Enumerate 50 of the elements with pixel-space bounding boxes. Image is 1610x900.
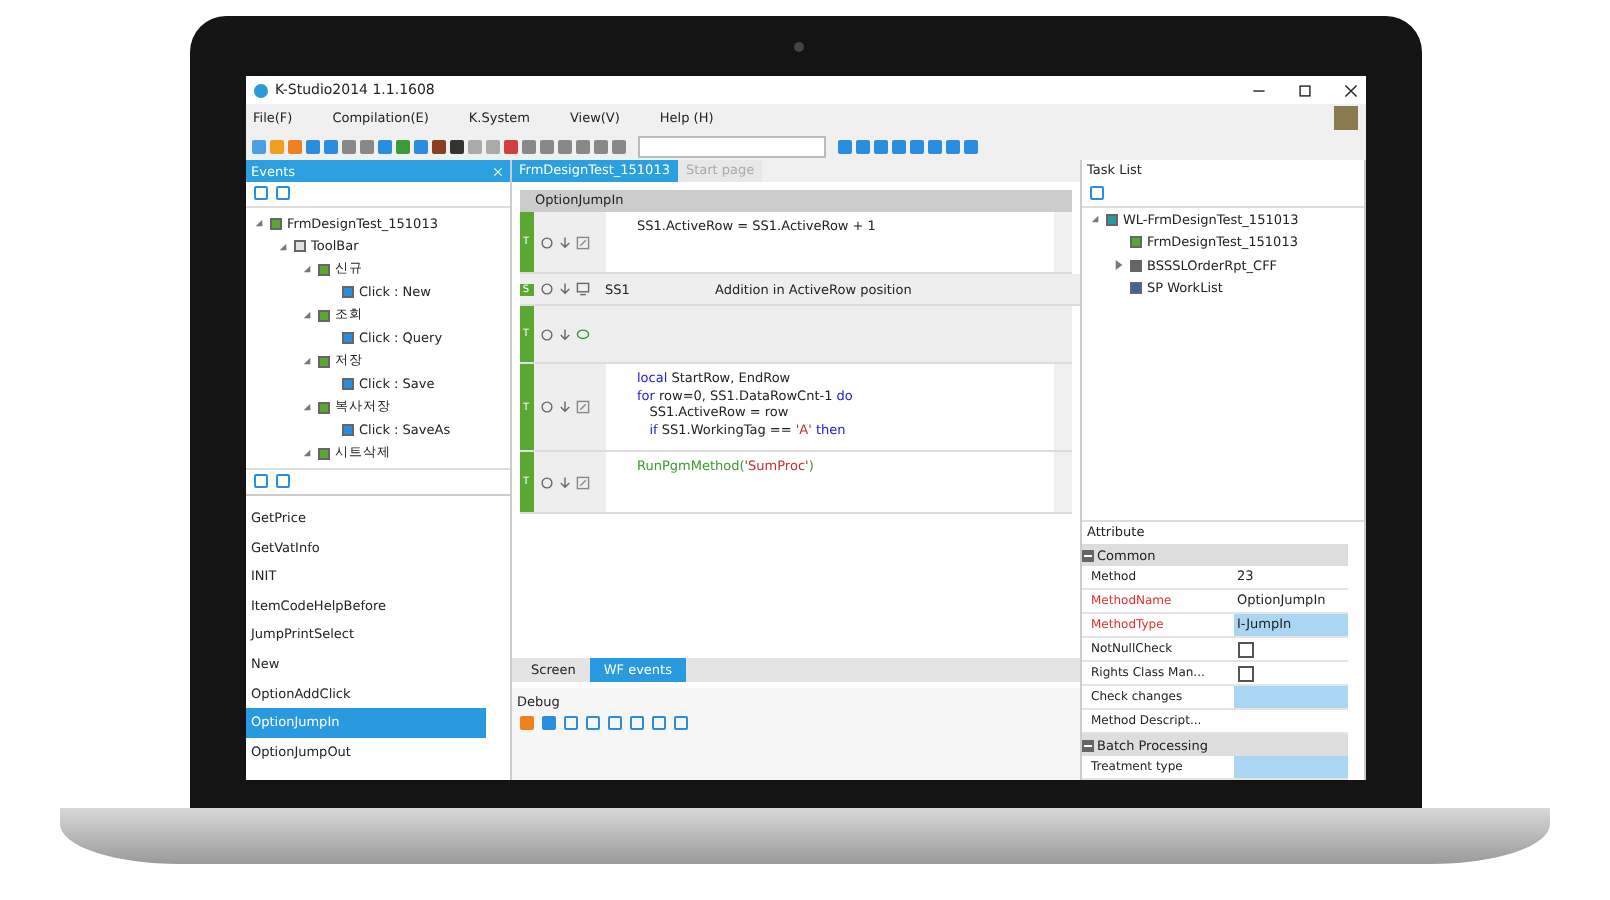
circle-icon[interactable] bbox=[539, 235, 553, 249]
close-icon[interactable] bbox=[1343, 83, 1357, 97]
expander-icon[interactable] bbox=[253, 218, 263, 229]
expander-icon[interactable] bbox=[277, 241, 287, 252]
node-icon bbox=[317, 447, 329, 460]
node-icon bbox=[1129, 236, 1141, 249]
node-icon bbox=[341, 332, 353, 345]
edit-icon[interactable] bbox=[575, 235, 589, 249]
node-icon bbox=[1129, 282, 1141, 295]
edit-icon[interactable] bbox=[575, 475, 589, 489]
circle-icon[interactable] bbox=[539, 327, 553, 341]
avatar-icon bbox=[1333, 106, 1357, 130]
comment-icon[interactable] bbox=[575, 327, 589, 341]
expander-icon[interactable] bbox=[301, 310, 311, 321]
expander-icon[interactable] bbox=[301, 264, 311, 275]
down-arrow-icon[interactable] bbox=[557, 400, 571, 414]
scrollbar[interactable] bbox=[1053, 364, 1071, 450]
monitor-icon[interactable] bbox=[575, 282, 589, 296]
expander-icon[interactable] bbox=[1089, 214, 1099, 225]
node-icon bbox=[1129, 259, 1141, 272]
node-icon bbox=[317, 263, 329, 276]
node-icon bbox=[317, 355, 329, 368]
node-icon bbox=[317, 401, 329, 414]
node-icon bbox=[317, 309, 329, 322]
circle-icon[interactable] bbox=[539, 475, 553, 489]
app-logo-icon bbox=[253, 83, 267, 97]
node-icon bbox=[341, 378, 353, 391]
circle-icon[interactable] bbox=[539, 400, 553, 414]
circle-icon[interactable] bbox=[539, 282, 553, 296]
down-arrow-icon[interactable] bbox=[557, 327, 571, 341]
edit-icon[interactable] bbox=[575, 400, 589, 414]
checkbox[interactable] bbox=[1237, 641, 1253, 657]
down-arrow-icon[interactable] bbox=[557, 282, 571, 296]
scrollbar[interactable] bbox=[1053, 212, 1071, 272]
expander-icon[interactable] bbox=[1113, 260, 1123, 271]
node-icon bbox=[341, 286, 353, 299]
down-arrow-icon[interactable] bbox=[557, 475, 571, 489]
toolbar-dropdown[interactable] bbox=[637, 135, 825, 157]
expander-icon[interactable] bbox=[301, 448, 311, 459]
maximize-icon[interactable] bbox=[1297, 83, 1311, 97]
camera-icon bbox=[793, 42, 803, 52]
checkbox[interactable] bbox=[1237, 665, 1253, 681]
down-arrow-icon[interactable] bbox=[557, 235, 571, 249]
node-icon bbox=[1105, 213, 1117, 226]
node-icon bbox=[341, 424, 353, 437]
expander-icon[interactable] bbox=[301, 356, 311, 367]
node-icon bbox=[293, 240, 305, 253]
scrollbar[interactable] bbox=[1053, 452, 1071, 512]
expander-icon[interactable] bbox=[301, 402, 311, 413]
node-icon bbox=[269, 217, 281, 230]
